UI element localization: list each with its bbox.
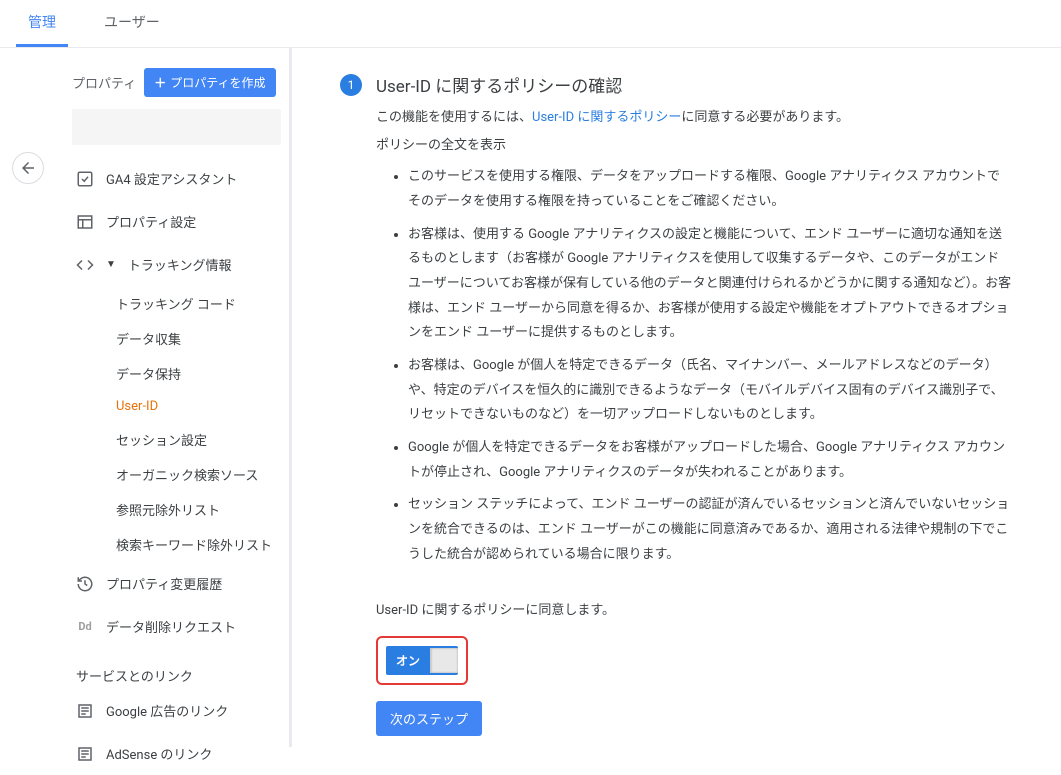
policy-bullet: お客様は、使用する Google アナリティクスの設定と機能について、エンド ユ… (408, 223, 1013, 346)
nav-google-ads-link[interactable]: Google 広告のリンク (64, 689, 289, 732)
policy-bullet: セッション ステッチによって、エンド ユーザーの認証が済んでいるセッションと済ん… (408, 493, 1013, 567)
service-links-header: サービスとのリンク (64, 648, 289, 689)
tab-admin[interactable]: 管理 (16, 0, 68, 47)
sidebar-header: プロパティ ＋ プロパティを作成 (64, 68, 289, 105)
toggle-highlight-box: オン (376, 636, 468, 685)
top-bar: 管理 ユーザー (0, 0, 1061, 48)
back-column (0, 48, 56, 747)
sidebar: プロパティ ＋ プロパティを作成 GA4 設定アシスタント プロパティ設定 ▼ (56, 48, 292, 747)
intro-before: この機能を使用するには、 (376, 110, 532, 125)
nav-property-change-history[interactable]: プロパティ変更履歴 (64, 562, 289, 605)
nav-adsense-link[interactable]: AdSense のリンク (64, 732, 289, 775)
nav-tracking-info[interactable]: ▼ トラッキング情報 (64, 243, 289, 286)
content-area: 1 User-ID に関するポリシーの確認 この機能を使用するには、User-I… (292, 48, 1061, 747)
step-1-body: User-ID に関するポリシーの確認 この機能を使用するには、User-ID … (376, 72, 1013, 576)
step-1-badge: 1 (340, 74, 362, 96)
policy-bullet: Google が個人を特定できるデータをお客様がアップロードした場合、Googl… (408, 436, 1013, 485)
tracking-sub-list: トラッキング コード データ収集 データ保持 User-ID セッション設定 オ… (64, 286, 289, 562)
nav-google-ads-label: Google 広告のリンク (106, 701, 228, 720)
toggle-knob (430, 648, 458, 673)
tab-users[interactable]: ユーザー (92, 0, 172, 47)
create-property-label: プロパティを作成 (170, 74, 265, 91)
property-name-placeholder[interactable] (72, 109, 281, 145)
subnav-user-id[interactable]: User-ID (116, 391, 289, 422)
agree-label: User-ID に関するポリシーに同意します。 (376, 600, 1013, 622)
step-1-title: User-ID に関するポリシーの確認 (376, 72, 1013, 97)
policy-bullets: このサービスを使用する権限、データをアップロードする権限、Google アナリテ… (376, 165, 1013, 567)
subnav-search-term-exclusion[interactable]: 検索キーワード除外リスト (116, 527, 289, 562)
subnav-referral-exclusion[interactable]: 参照元除外リスト (116, 492, 289, 527)
step-1: 1 User-ID に関するポリシーの確認 この機能を使用するには、User-I… (340, 72, 1013, 576)
nav-property-settings[interactable]: プロパティ設定 (64, 200, 289, 243)
nav-property-change-history-label: プロパティ変更履歴 (106, 574, 222, 593)
subnav-organic-search[interactable]: オーガニック検索ソース (116, 457, 289, 492)
arrow-left-icon (19, 159, 37, 177)
subnav-session-settings[interactable]: セッション設定 (116, 422, 289, 457)
top-tabs: 管理 ユーザー (16, 0, 172, 47)
toggle-section: User-ID に関するポリシーに同意します。 オン 次のステップ (340, 600, 1013, 748)
policy-bullet: お客様は、Google が個人を特定できるデータ（氏名、マイナンバー、メールアド… (408, 354, 1013, 428)
nav-data-deletion-label: データ削除リクエスト (106, 617, 236, 636)
toggle-on-label: オン (386, 646, 430, 675)
step-1-intro: この機能を使用するには、User-ID に関するポリシーに同意する必要があります… (376, 107, 1013, 129)
layout-icon (76, 213, 94, 231)
plus-icon: ＋ (154, 74, 166, 91)
document-icon (76, 745, 94, 763)
intro-after: に同意する必要があります。 (681, 110, 849, 125)
main-area: プロパティ ＋ プロパティを作成 GA4 設定アシスタント プロパティ設定 ▼ (0, 48, 1061, 747)
nav-ga4-assistant[interactable]: GA4 設定アシスタント (64, 157, 289, 200)
document-icon (76, 702, 94, 720)
user-id-policy-link[interactable]: User-ID に関するポリシー (532, 110, 681, 125)
policy-agree-toggle[interactable]: オン (386, 646, 458, 675)
next-step-button[interactable]: 次のステップ (376, 701, 482, 736)
subnav-tracking-code[interactable]: トラッキング コード (116, 286, 289, 321)
code-icon (76, 256, 94, 274)
subnav-data-collection[interactable]: データ収集 (116, 321, 289, 356)
create-property-button[interactable]: ＋ プロパティを作成 (144, 68, 275, 97)
nav-data-deletion[interactable]: Dd データ削除リクエスト (64, 605, 289, 648)
subnav-data-retention[interactable]: データ保持 (116, 356, 289, 391)
sidebar-header-label: プロパティ (72, 73, 136, 92)
checkbox-icon (76, 170, 94, 188)
policy-full-text: ポリシーの全文を表示 (376, 135, 1013, 157)
dd-icon: Dd (76, 618, 94, 636)
nav-tracking-info-label: トラッキング情報 (128, 255, 232, 274)
nav-property-settings-label: プロパティ設定 (106, 212, 196, 231)
nav-ga4-assistant-label: GA4 設定アシスタント (106, 169, 237, 188)
policy-bullet: このサービスを使用する権限、データをアップロードする権限、Google アナリテ… (408, 165, 1013, 214)
chevron-down-icon: ▼ (106, 259, 116, 270)
history-icon (76, 575, 94, 593)
back-button[interactable] (12, 152, 44, 184)
